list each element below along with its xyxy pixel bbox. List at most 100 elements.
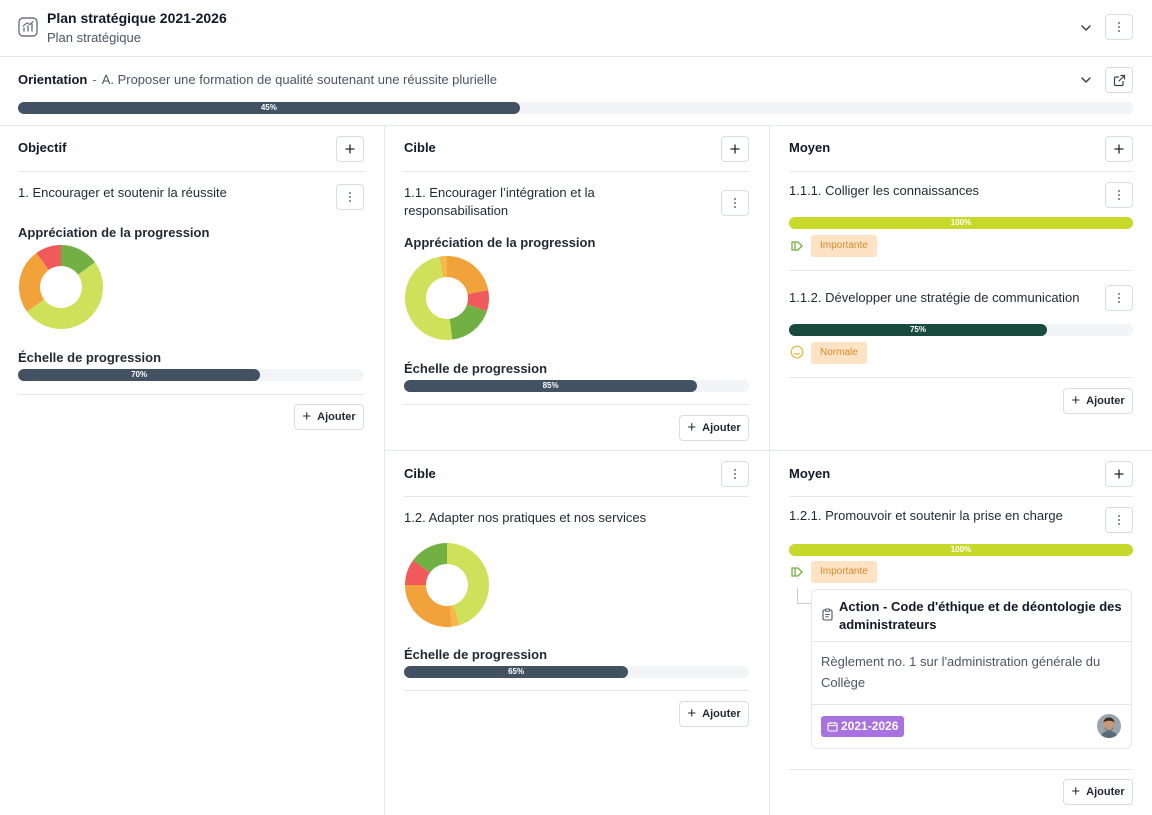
moyen-progress-fill: 75% [789, 324, 1047, 336]
more-vertical-icon [1118, 293, 1120, 303]
objectif-column-title: Objectif [18, 140, 67, 155]
appreciation-donut-chart [405, 256, 489, 340]
appreciation-title: Appréciation de la progression [18, 225, 210, 240]
external-link-icon [1113, 74, 1125, 86]
divider [789, 171, 1133, 172]
divider [404, 496, 749, 497]
plan-header: Plan stratégique 2021-2026 Plan stratégi… [0, 0, 1152, 57]
smiley-icon [790, 345, 804, 359]
add-button[interactable]: + Ajouter [1063, 388, 1133, 414]
add-cible-button[interactable] [721, 136, 749, 162]
avatar[interactable] [1097, 714, 1121, 738]
plus-icon: + [1071, 392, 1081, 409]
priority-badge: Importante [811, 561, 877, 583]
plus-icon [1114, 469, 1124, 479]
cible-item-label[interactable]: 1.1. Encourager l’intégration et la resp… [404, 184, 654, 220]
divider [18, 171, 364, 172]
donut-segment-orange [405, 585, 453, 627]
moyen-column-title: Moyen [789, 466, 831, 481]
add-button-label: Ajouter [1086, 786, 1125, 798]
chart-icon [18, 17, 38, 37]
more-vertical-icon [734, 469, 736, 479]
tree-connector [797, 588, 811, 604]
cible-menu-button[interactable] [721, 461, 749, 487]
moyen-item-label[interactable]: 1.1.1. Colliger les connaissances [789, 182, 1089, 200]
moyen-item-menu-button[interactable] [1105, 182, 1133, 208]
more-vertical-icon [1118, 515, 1120, 525]
cible-progress-fill: 65% [404, 666, 629, 678]
add-button[interactable]: + Ajouter [1063, 779, 1133, 805]
donut-segment-orange [447, 256, 489, 295]
moyen-progress-bar: 100% [789, 217, 1133, 229]
divider [789, 769, 1133, 770]
divider [404, 690, 749, 691]
cible-progress-bar: 65% [404, 666, 749, 678]
cible-column-title: Cible [404, 140, 436, 155]
divider [812, 704, 1131, 705]
add-button[interactable]: + Ajouter [679, 701, 749, 727]
orientation-label: Orientation - A. Proposer une formation de… [18, 72, 497, 87]
moyen-progress-bar: 100% [789, 544, 1133, 556]
plan-menu-button[interactable] [1105, 14, 1133, 40]
scale-title: Échelle de progression [18, 350, 162, 365]
row-divider [385, 450, 1152, 451]
plus-icon: + [1071, 783, 1081, 800]
divider [18, 394, 364, 395]
period-badge: 2021-2026 [821, 716, 905, 737]
moyen-item-label[interactable]: 1.2.1. Promouvoir et soutenir la prise e… [789, 507, 1089, 525]
plus-icon: + [687, 419, 697, 436]
divider [404, 171, 749, 172]
play-icon [791, 567, 803, 577]
add-objectif-button[interactable] [336, 136, 364, 162]
open-external-button[interactable] [1105, 67, 1133, 93]
chevron-down-icon[interactable] [1079, 21, 1093, 35]
orientation-title: Orientation [18, 72, 88, 87]
action-description: Règlement no. 1 sur l'administration gén… [821, 654, 1101, 690]
objectif-progress-fill: 70% [18, 369, 261, 381]
add-moyen-button[interactable] [1105, 136, 1133, 162]
plus-icon [345, 144, 355, 154]
cible-item-label[interactable]: 1.2. Adapter nos pratiques et nos servic… [404, 509, 734, 527]
orientation-progress-bar: 45% [18, 102, 1133, 114]
plan-subtitle: Plan stratégique [47, 30, 141, 45]
plus-icon [1114, 144, 1124, 154]
plan-title: Plan stratégique 2021-2026 [47, 10, 227, 26]
plus-icon: + [687, 705, 697, 722]
add-moyen-button[interactable] [1105, 461, 1133, 487]
add-button[interactable]: + Ajouter [294, 404, 364, 430]
add-button[interactable]: + Ajouter [679, 415, 749, 441]
moyen-item-menu-button[interactable] [1105, 285, 1133, 311]
divider [789, 496, 1133, 497]
chevron-down-icon[interactable] [1079, 73, 1093, 87]
orientation-progress-fill: 45% [18, 102, 520, 114]
column-divider [769, 126, 770, 815]
orientation-separator: - [92, 72, 97, 87]
scale-title: Échelle de progression [404, 361, 548, 376]
action-card[interactable]: Action - Code d'éthique et de déontologi… [811, 589, 1132, 749]
plus-icon [730, 144, 740, 154]
add-button-label: Ajouter [702, 422, 741, 434]
plus-icon: + [302, 408, 312, 425]
moyen-item-menu-button[interactable] [1105, 507, 1133, 533]
priority-badge: Normale [811, 342, 867, 364]
more-vertical-icon [1118, 190, 1120, 200]
play-icon [791, 241, 803, 251]
column-divider [384, 126, 385, 815]
more-vertical-icon [349, 192, 351, 202]
objectif-item-label[interactable]: 1. Encourager et soutenir la réussite [18, 184, 318, 202]
action-title[interactable]: Action - Code d'éthique et de déontologi… [839, 598, 1129, 634]
cible-column-title: Cible [404, 466, 436, 481]
priority-badge: Importante [811, 235, 877, 257]
moyen-progress-bar: 75% [789, 324, 1133, 336]
orientation-value: A. Proposer une formation de qualité sou… [101, 72, 497, 87]
add-button-label: Ajouter [317, 411, 356, 423]
cible-item-menu-button[interactable] [721, 190, 749, 216]
moyen-progress-fill: 100% [789, 544, 1133, 556]
moyen-item-label[interactable]: 1.1.2. Développer une stratégie de commu… [789, 289, 1099, 307]
calendar-icon [827, 722, 838, 732]
add-button-label: Ajouter [702, 708, 741, 720]
objectif-item-menu-button[interactable] [336, 184, 364, 210]
divider [812, 641, 1131, 642]
clipboard-icon [822, 608, 833, 621]
appreciation-donut-chart [18, 245, 103, 329]
